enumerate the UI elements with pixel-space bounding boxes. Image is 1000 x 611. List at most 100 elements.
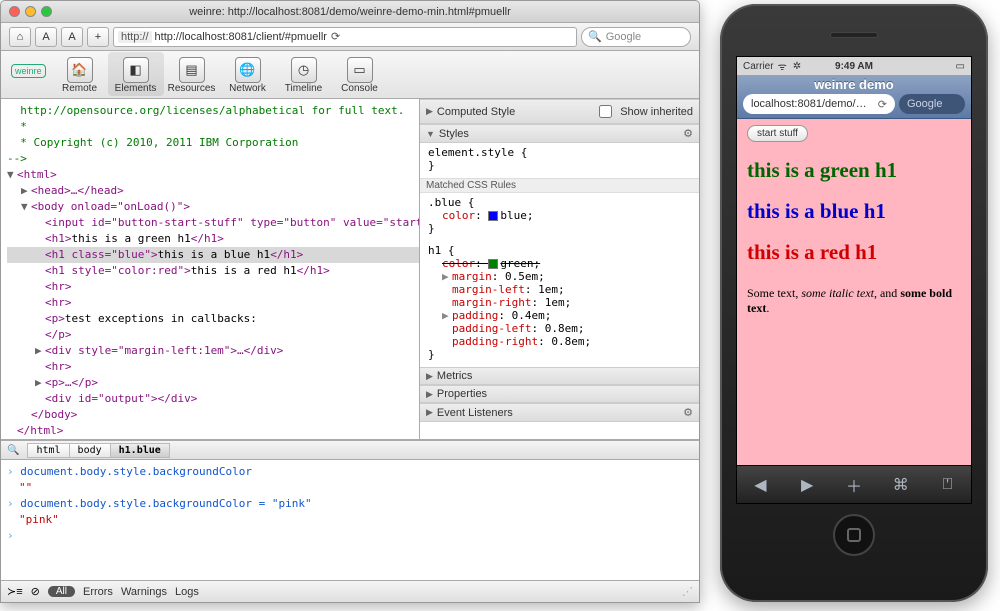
- style-brace: }: [428, 348, 691, 361]
- browser-window: weinre: http://localhost:8081/demo/weinr…: [0, 0, 700, 603]
- resize-handle-icon[interactable]: ⋰: [682, 585, 693, 598]
- search-placeholder: Google: [606, 31, 641, 43]
- tabs-icon[interactable]: ⍞: [930, 476, 966, 494]
- bookmarks-icon[interactable]: ⌘: [883, 475, 919, 495]
- style-declaration[interactable]: padding-left: 0.8em;: [442, 322, 691, 335]
- dom-node[interactable]: <hr>: [45, 280, 72, 293]
- dom-node[interactable]: <p>…</p>: [45, 376, 98, 389]
- chevron-down-icon: ▼: [426, 129, 435, 139]
- style-declaration[interactable]: ▶padding: 0.4em;: [442, 309, 691, 322]
- loading-icon: ✲: [793, 61, 801, 72]
- style-rule-blue[interactable]: .blue { color: blue; }: [420, 193, 699, 241]
- crumb-html[interactable]: html: [27, 443, 69, 458]
- inspect-icon[interactable]: 🔍: [7, 445, 19, 456]
- dom-node[interactable]: <input id="button-start-stuff" type="but…: [45, 216, 419, 229]
- tab-console[interactable]: ▭ Console: [332, 52, 388, 96]
- crumb-body[interactable]: body: [69, 443, 111, 458]
- reload-icon[interactable]: ⟳: [878, 98, 887, 111]
- dom-node-selected[interactable]: <h1 class="blue">this is a blue h1</h1>: [7, 247, 419, 263]
- filter-all[interactable]: All: [48, 586, 75, 597]
- add-button[interactable]: +: [87, 27, 109, 47]
- dom-node[interactable]: <hr>: [45, 360, 72, 373]
- ios-url-bar[interactable]: localhost:8081/demo/…⟳: [743, 94, 895, 114]
- dom-node[interactable]: <h1 style="color:red">: [45, 264, 191, 277]
- url-bar[interactable]: http:// http://localhost:8081/client/#pm…: [113, 27, 577, 47]
- style-declaration[interactable]: margin-left: 1em;: [442, 283, 691, 296]
- style-brace: }: [428, 159, 691, 172]
- heading-green: this is a green h1: [747, 158, 961, 183]
- font-smaller-button[interactable]: A: [35, 27, 57, 47]
- chevron-right-icon[interactable]: ▶: [442, 309, 452, 322]
- back-icon[interactable]: ◀: [742, 475, 778, 495]
- dom-text: test exceptions in callbacks:: [65, 312, 257, 325]
- chevron-right-icon: ▶: [426, 371, 433, 382]
- section-metrics[interactable]: ▶Metrics: [420, 367, 699, 385]
- style-declaration[interactable]: margin-right: 1em;: [442, 296, 691, 309]
- dom-node[interactable]: <h1>: [45, 232, 72, 245]
- chevron-right-icon: ▶: [426, 407, 433, 418]
- disclosure-triangle-icon[interactable]: ▶: [35, 343, 45, 359]
- style-declaration[interactable]: color: blue;: [442, 209, 691, 222]
- style-declaration-overridden[interactable]: color: green;: [442, 257, 691, 270]
- chevron-right-icon[interactable]: ▶: [442, 270, 452, 283]
- console-prompt-icon[interactable]: ›: [7, 529, 14, 542]
- ios-search-input[interactable]: Google: [899, 94, 965, 114]
- url-text: http://localhost:8081/client/#pmuellr: [155, 31, 327, 43]
- tab-elements[interactable]: ◧ Elements: [108, 52, 164, 96]
- dom-node[interactable]: <p>: [45, 312, 65, 325]
- dom-node[interactable]: <html>: [17, 168, 57, 181]
- browser-search-input[interactable]: 🔍 Google: [581, 27, 691, 47]
- console-panel[interactable]: › document.body.style.backgroundColor ""…: [1, 460, 699, 580]
- dom-node[interactable]: <div style="margin-left:1em">…</div>: [45, 344, 283, 357]
- dom-node[interactable]: <div id="output"></div>: [45, 392, 197, 405]
- disclosure-triangle-icon[interactable]: ▼: [21, 199, 31, 215]
- ios-page-content: start stuff this is a green h1 this is a…: [737, 119, 971, 465]
- dom-node[interactable]: <body onload="onLoad()">: [31, 200, 190, 213]
- font-larger-button[interactable]: A: [61, 27, 83, 47]
- window-title: weinre: http://localhost:8081/demo/weinr…: [1, 6, 699, 18]
- dom-comment: http://opensource.org/licenses/alphabeti…: [7, 103, 419, 119]
- home-button[interactable]: [833, 514, 875, 556]
- gear-icon[interactable]: ⚙: [683, 406, 693, 419]
- style-rule-element[interactable]: element.style { }: [420, 143, 699, 178]
- gear-icon[interactable]: ⚙: [683, 127, 693, 140]
- section-styles[interactable]: ▼Styles⚙: [420, 124, 699, 143]
- show-inherited-checkbox[interactable]: [599, 105, 612, 118]
- statusbar: ≻≡ ⊘ All Errors Warnings Logs ⋰: [1, 580, 699, 602]
- dom-tree[interactable]: http://opensource.org/licenses/alphabeti…: [1, 99, 419, 439]
- style-declaration[interactable]: padding-right: 0.8em;: [442, 335, 691, 348]
- crumb-h1-blue[interactable]: h1.blue: [110, 443, 170, 458]
- dom-node[interactable]: <hr>: [45, 296, 72, 309]
- dom-node[interactable]: <head>…</head>: [31, 184, 124, 197]
- disclosure-triangle-icon[interactable]: ▶: [21, 183, 31, 199]
- tab-resources[interactable]: ▤ Resources: [164, 52, 220, 96]
- disclosure-triangle-icon[interactable]: ▼: [7, 167, 17, 183]
- inspector-main: http://opensource.org/licenses/alphabeti…: [1, 99, 699, 602]
- tab-timeline[interactable]: ◷ Timeline: [276, 52, 332, 96]
- filter-errors[interactable]: Errors: [83, 586, 113, 598]
- section-computed-style[interactable]: ▶Computed StyleShow inherited: [420, 99, 699, 124]
- chevron-right-icon: ▶: [426, 106, 433, 117]
- console-toggle-icon[interactable]: ≻≡: [7, 585, 23, 598]
- style-declaration[interactable]: ▶margin: 0.5em;: [442, 270, 691, 283]
- reload-icon[interactable]: ⟳: [331, 30, 340, 43]
- wifi-icon: ᯤ: [778, 59, 787, 73]
- home-button[interactable]: ⌂: [9, 27, 31, 47]
- clear-icon[interactable]: ⊘: [31, 585, 40, 598]
- tab-network[interactable]: 🌐 Network: [220, 52, 276, 96]
- disclosure-triangle-icon[interactable]: ▶: [35, 375, 45, 391]
- section-event-listeners[interactable]: ▶Event Listeners⚙: [420, 403, 699, 422]
- tab-remote[interactable]: 🏠 Remote: [52, 52, 108, 96]
- add-icon[interactable]: ＋: [836, 473, 872, 497]
- filter-warnings[interactable]: Warnings: [121, 586, 167, 598]
- filter-logs[interactable]: Logs: [175, 586, 199, 598]
- inspector-toolbar: weinre 🏠 Remote ◧ Elements ▤ Resources 🌐…: [1, 51, 699, 99]
- start-stuff-button[interactable]: start stuff: [747, 125, 808, 142]
- style-rule-h1[interactable]: h1 { color: green; ▶margin: 0.5em; margi…: [420, 241, 699, 367]
- style-brace: }: [428, 222, 691, 235]
- dom-node: </p>: [45, 328, 72, 341]
- section-properties[interactable]: ▶Properties: [420, 385, 699, 403]
- browser-toolbar: ⌂ A A + http:// http://localhost:8081/cl…: [1, 23, 699, 51]
- dom-node: </h1>: [297, 264, 330, 277]
- forward-icon[interactable]: ▶: [789, 475, 825, 495]
